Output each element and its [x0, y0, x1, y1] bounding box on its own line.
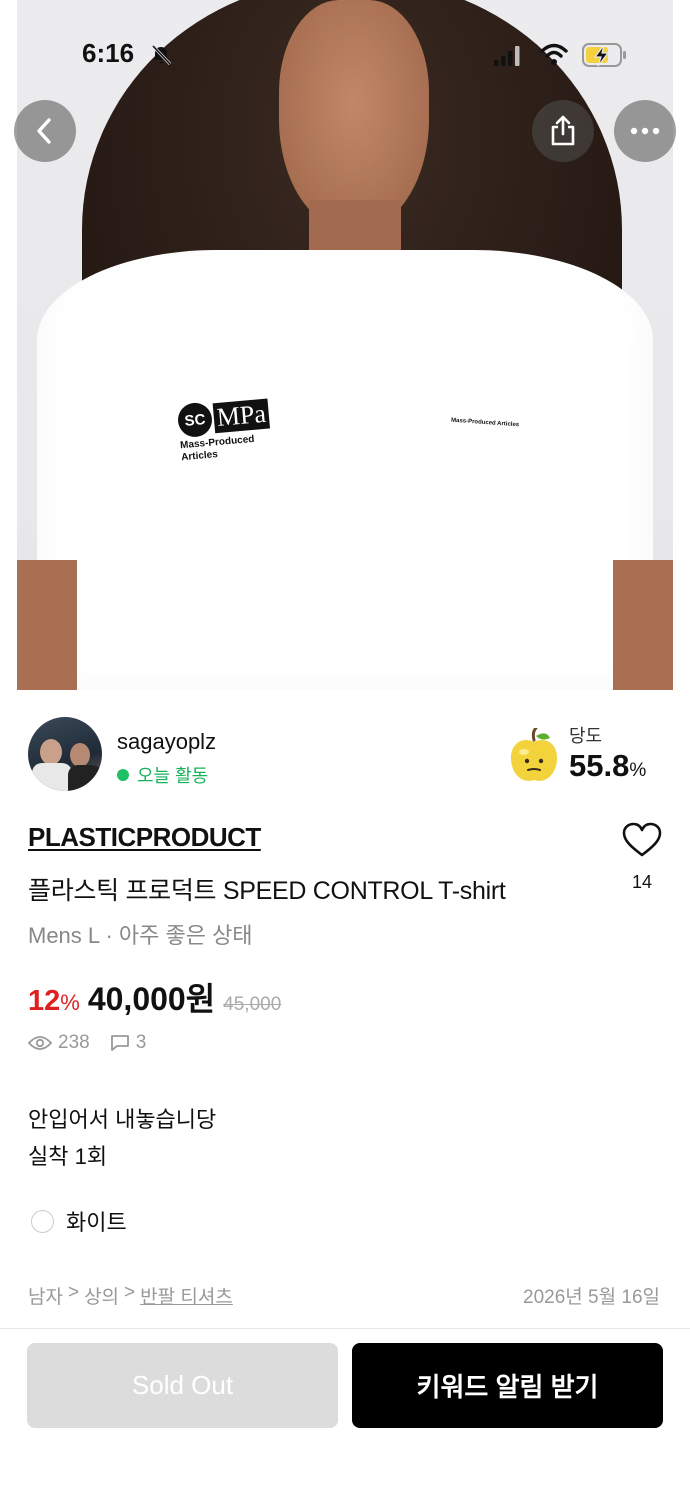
seller-avatar[interactable]	[28, 717, 102, 791]
posted-date: 2026년 5월 16일	[523, 1287, 660, 1308]
share-button[interactable]	[532, 100, 594, 162]
discount-rate: 12%	[28, 985, 80, 1018]
color-name: 화이트	[66, 1210, 127, 1235]
chat-icon	[110, 1035, 129, 1051]
model-face	[279, 0, 429, 230]
product-title: 플라스틱 프로덕트 SPEED CONTROL T-shirt	[28, 877, 506, 905]
heart-icon	[622, 822, 662, 857]
comment-count: 3	[135, 1032, 147, 1053]
apple-icon	[510, 728, 558, 781]
more-button[interactable]	[614, 100, 676, 162]
active-dot-icon	[117, 769, 129, 781]
breadcrumb-separator: >	[67, 1282, 80, 1303]
seller-name[interactable]: sagayoplz	[117, 729, 216, 755]
description: 안입어서 내놓습니당 실착 1회	[28, 1101, 216, 1175]
breadcrumb-item[interactable]: 상의	[84, 1282, 119, 1309]
avatar-body-2	[68, 765, 102, 791]
seller-activity-text: 오늘 활동	[137, 766, 209, 786]
size-condition: Mens L · 아주 좋은 상태	[28, 923, 253, 948]
breadcrumb-item[interactable]: 남자	[28, 1282, 63, 1309]
signal-icon	[494, 46, 520, 66]
back-button[interactable]	[14, 100, 76, 162]
breadcrumb-separator: >	[124, 1282, 136, 1303]
brand-link[interactable]: PLASTICPRODUCT	[28, 822, 261, 853]
seller-activity: 오늘 활동	[117, 762, 208, 788]
shirt-logo: SC MPa Mass-Produced Articles	[176, 396, 282, 464]
sold-out-button[interactable]: Sold Out	[27, 1343, 338, 1428]
battery-charging-icon	[582, 43, 626, 67]
like-button[interactable]: 14	[620, 822, 664, 912]
original-price: 45,000	[223, 994, 282, 1015]
keyword-alert-button[interactable]: 키워드 알림 받기	[352, 1343, 663, 1428]
sale-price: 40,000원	[87, 981, 216, 1017]
like-count: 14	[631, 872, 653, 892]
bell-off-icon	[151, 44, 172, 66]
chevron-left-icon	[37, 118, 51, 144]
avatar-body-1	[32, 763, 72, 791]
color-option: 화이트	[31, 1205, 127, 1237]
more-icon	[630, 127, 660, 135]
shirt-logo-mark: MPa	[212, 398, 271, 434]
color-swatch	[31, 1209, 54, 1233]
sweetness-unit: %	[629, 760, 647, 781]
description-line: 실착 1회	[28, 1144, 108, 1169]
eye-icon	[28, 1036, 52, 1050]
sweetness-score[interactable]: 55.8%	[569, 748, 646, 784]
model-arm-left	[17, 560, 77, 690]
view-count: 238	[58, 1032, 90, 1053]
price-row: 12% 40,000원 45,000	[28, 974, 281, 1020]
discount-unit: %	[60, 990, 80, 1015]
breadcrumb: 남자 > 상의 > 반팔 티셔츠	[28, 1282, 233, 1309]
divider	[0, 1328, 690, 1329]
wifi-icon	[540, 43, 568, 65]
avatar-person-1	[40, 739, 62, 765]
avatar-person-2	[70, 743, 90, 767]
breadcrumb-item-current[interactable]: 반팔 티셔츠	[140, 1282, 233, 1309]
sweetness-label: 당도	[569, 726, 603, 746]
description-line: 안입어서 내놓습니당	[28, 1107, 217, 1132]
white-tshirt	[37, 250, 653, 690]
model-arm-right	[613, 560, 673, 690]
share-icon	[551, 115, 575, 146]
stats-row: 238 3	[28, 1032, 146, 1054]
status-time: 6:16	[82, 38, 135, 68]
sweetness-number: 55.8	[569, 748, 630, 783]
shirt-logo-badge: SC	[176, 401, 214, 439]
discount-number: 12	[28, 985, 61, 1017]
